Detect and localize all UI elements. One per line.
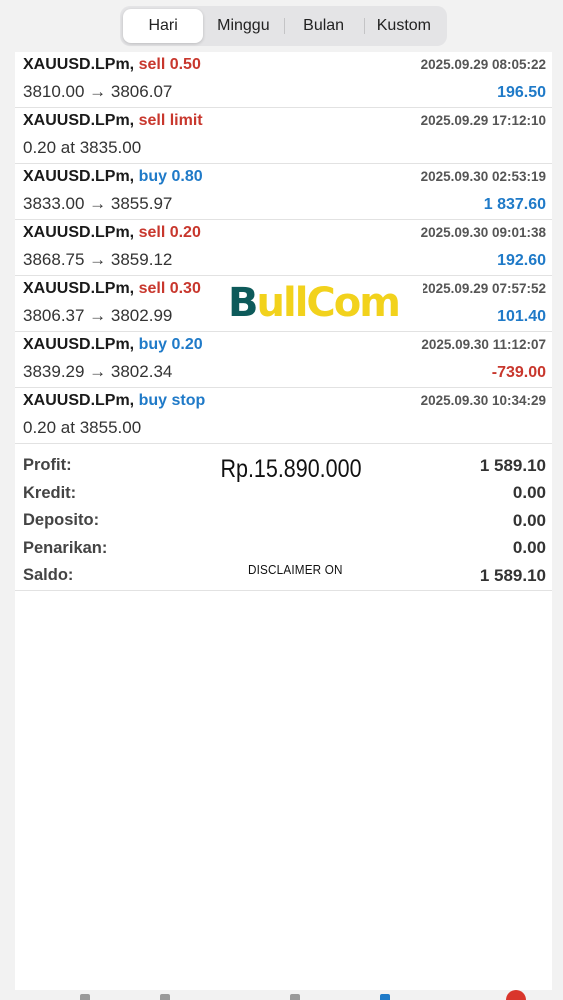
- trade-prices: 0.20 at 3835.00: [23, 138, 142, 157]
- trade-prices: 3868.75 → 3859.12: [23, 250, 173, 269]
- watermark-rest: ullCom: [256, 280, 401, 326]
- trade-time: 2025.09.30 02:53:19: [420, 169, 546, 184]
- trade-prices: 0.20 at 3855.00: [23, 418, 142, 437]
- trade-prices: 3806.37 → 3802.99: [23, 306, 173, 325]
- summary-value: 1 589.10: [479, 565, 546, 585]
- trade-row[interactable]: XAUUSD.LPm, sell 0.50 2025.09.29 08:05:22…: [15, 52, 552, 108]
- trade-time: 2025.09.30 09:01:38: [420, 225, 546, 240]
- trade-row[interactable]: XAUUSD.LPm, buy stop 2025.09.30 10:34:29 0…: [15, 388, 552, 444]
- trade-side: sell 0.30: [138, 280, 201, 297]
- trade-symbol: XAUUSD.LPm,: [23, 336, 135, 353]
- tab-kustom[interactable]: Kustom: [363, 9, 444, 43]
- trade-time: 2025.09.30 10:34:29: [420, 393, 546, 408]
- notification-badge-icon[interactable]: [506, 990, 526, 1000]
- trade-side: buy 0.20: [138, 336, 203, 353]
- trade-symbol: XAUUSD.LPm,: [23, 392, 135, 409]
- trade-profit: 101.40: [497, 308, 546, 325]
- summary-penarikan-row: Penarikan: 0.00: [23, 535, 546, 563]
- trade-prices: 3839.29 → 3802.34: [23, 362, 173, 381]
- trade-symbol: XAUUSD.LPm,: [23, 224, 135, 241]
- bottom-tab-bar: [0, 990, 563, 1000]
- trade-prices: 3833.00 → 3855.97: [23, 194, 173, 213]
- tab-hari[interactable]: Hari: [123, 9, 204, 43]
- trade-prices: 3810.00 → 3806.07: [23, 82, 173, 101]
- trade-row[interactable]: XAUUSD.LPm, sell limit 2025.09.29 17:12:1…: [15, 108, 552, 164]
- summary-value: 0.00: [512, 483, 546, 503]
- trade-list: XAUUSD.LPm, sell 0.50 2025.09.29 08:05:22…: [15, 52, 552, 444]
- tab-minggu[interactable]: Minggu: [203, 9, 283, 43]
- summary-value: 0.00: [512, 538, 546, 558]
- trade-row[interactable]: XAUUSD.LPm, buy 0.80 2025.09.30 02:53:19 3…: [15, 164, 552, 220]
- trade-row[interactable]: XAUUSD.LPm, sell 0.20 2025.09.30 09:01:38…: [15, 220, 552, 276]
- summary-label: Penarikan:: [23, 538, 108, 557]
- trade-side: sell 0.20: [138, 224, 201, 241]
- watermark-first-letter: B: [228, 280, 258, 326]
- trade-side: sell 0.50: [138, 56, 201, 73]
- trade-profit: -739.00: [491, 364, 546, 381]
- trade-profit: 192.60: [497, 252, 546, 269]
- period-segmented-control: Hari Minggu Bulan Kustom: [120, 6, 447, 46]
- trade-time: 2025.09.30 11:12:07: [421, 337, 546, 352]
- history-panel: XAUUSD.LPm, sell 0.50 2025.09.29 08:05:22…: [15, 52, 552, 992]
- trade-time: 2025.09.29 07:57:52: [420, 281, 546, 296]
- quotes-icon[interactable]: [80, 994, 90, 1000]
- trade-row[interactable]: XAUUSD.LPm, buy 0.20 2025.09.30 11:12:07 3…: [15, 332, 552, 388]
- trade-time: 2025.09.29 08:05:22: [420, 57, 546, 72]
- summary-value: 0.00: [512, 510, 546, 530]
- summary-label: Kredit:: [23, 483, 77, 502]
- summary-value: 1 589.10: [479, 455, 546, 475]
- summary-label: Deposito:: [23, 511, 100, 530]
- trade-icon[interactable]: [290, 994, 300, 1000]
- trade-profit: 196.50: [497, 84, 546, 101]
- trade-symbol: XAUUSD.LPm,: [23, 112, 135, 129]
- trade-side: sell limit: [138, 112, 203, 129]
- history-icon[interactable]: [380, 994, 390, 1000]
- summary-label: Profit:: [23, 456, 72, 475]
- trade-side: buy stop: [138, 392, 206, 409]
- bullcom-watermark-logo: BullCom: [228, 280, 423, 326]
- trade-side: buy 0.80: [138, 168, 203, 185]
- chart-icon[interactable]: [160, 994, 170, 1000]
- trade-symbol: XAUUSD.LPm,: [23, 168, 135, 185]
- overlay-amount-label: Rp.15.890.000: [217, 445, 365, 493]
- summary-deposito-row: Deposito: 0.00: [23, 507, 546, 535]
- disclaimer-label: DISCLAIMER ON: [248, 562, 343, 577]
- trade-time: 2025.09.29 17:12:10: [420, 113, 546, 128]
- trade-profit: 1 837.60: [483, 196, 546, 213]
- trade-symbol: XAUUSD.LPm,: [23, 280, 135, 297]
- summary-label: Saldo:: [23, 566, 74, 585]
- trade-symbol: XAUUSD.LPm,: [23, 56, 135, 73]
- tab-bulan[interactable]: Bulan: [283, 9, 364, 43]
